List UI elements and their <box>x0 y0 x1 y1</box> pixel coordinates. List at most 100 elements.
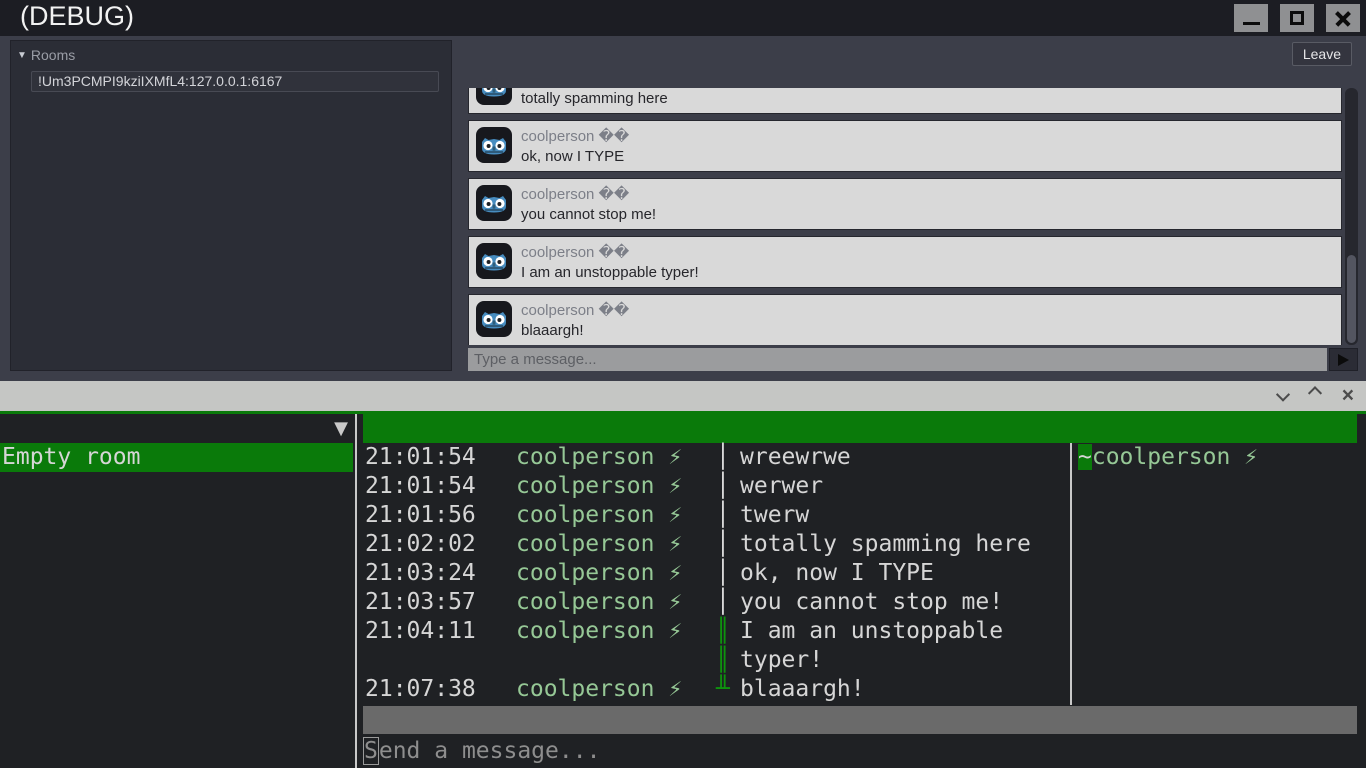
close-button[interactable] <box>1326 4 1360 32</box>
log-username <box>516 646 716 675</box>
user-avatar-icon <box>476 88 512 105</box>
message-text: ok, now I TYPE <box>521 148 625 165</box>
window-title: (DEBUG) <box>20 1 134 31</box>
maximize-button[interactable] <box>1280 4 1314 32</box>
terminal-message-input[interactable]: Send a message... <box>363 736 600 766</box>
log-separator: │ <box>716 502 730 528</box>
user-avatar-icon <box>476 185 512 221</box>
rooms-tree-label: Rooms <box>30 47 76 63</box>
log-timestamp: 21:03:24 <box>365 560 476 586</box>
minimize-icon <box>1242 21 1260 25</box>
log-username: coolperson ⚡ <box>516 502 683 528</box>
terminal-message-log: 21:01:54 coolperson ⚡ │ wreewrwe 21:01:54 coo… <box>363 443 1070 704</box>
log-timestamp <box>363 646 516 675</box>
message-username: coolperson �� <box>521 186 630 203</box>
log-message-text: totally spamming here <box>740 531 1031 557</box>
log-timestamp: 21:01:56 <box>365 502 476 528</box>
log-username: coolperson ⚡ <box>516 560 683 586</box>
log-message-text: twerw <box>740 502 810 528</box>
chat-message: coolperson �� I am an unstoppable typer! <box>468 236 1342 288</box>
log-username: coolperson ⚡ <box>516 676 683 702</box>
message-text: totally spamming here <box>521 90 668 107</box>
user-avatar-icon <box>476 127 512 163</box>
log-message-text: wreewrwe <box>740 444 851 470</box>
gui-chat-window: ▼ Rooms !Um3PCMPI9kziIXMfL4:127.0.0.1:61… <box>0 36 1366 381</box>
message-username: coolperson �� <box>521 302 630 319</box>
window-titlebar: (DEBUG) <box>0 0 1366 36</box>
log-username: coolperson ⚡ <box>516 531 683 557</box>
maximize-icon <box>1290 11 1304 25</box>
log-timestamp: 21:07:38 <box>365 676 476 702</box>
log-separator: │ <box>716 444 730 470</box>
user-avatar-icon <box>476 301 512 337</box>
tree-collapse-icon[interactable]: ▼ <box>17 50 27 61</box>
log-message-text: ok, now I TYPE <box>740 560 934 586</box>
log-message-text: werwer <box>740 473 824 499</box>
log-line: 21:01:56 coolperson ⚡ │ twerw <box>363 501 1070 530</box>
log-line: ║ typer! <box>363 646 1070 675</box>
room-dropdown-icon[interactable]: ▼ <box>334 414 348 443</box>
log-scrollbar-glyph: ╨ <box>716 676 730 702</box>
chat-message-input[interactable]: Type a message... <box>468 348 1327 371</box>
log-line: 21:07:38 coolperson ⚡ ╨ blaaargh! <box>363 675 1070 704</box>
log-timestamp: 21:02:02 <box>365 531 476 557</box>
terminal-close-icon[interactable]: × <box>1342 385 1354 406</box>
log-separator: │ <box>716 473 730 499</box>
chevron-down-icon[interactable] <box>1275 387 1290 402</box>
terminal-room-item[interactable]: Empty room <box>0 443 353 472</box>
room-list-item[interactable]: !Um3PCMPI9kziIXMfL4:127.0.0.1:6167 <box>31 71 439 92</box>
close-icon <box>1334 9 1352 27</box>
log-line: 21:04:11 coolperson ⚡ ║ I am an unstoppable <box>363 617 1070 646</box>
log-separator: │ <box>716 531 730 557</box>
log-message-text: you cannot stop me! <box>740 589 1004 615</box>
room-topic-bar <box>363 414 1357 443</box>
message-username: coolperson �� <box>521 128 630 145</box>
chat-message: coolperson �� ok, now I TYPE <box>468 120 1342 172</box>
log-message-text: I am an unstoppable <box>740 618 1004 644</box>
chat-scrollbar-thumb[interactable] <box>1347 255 1356 343</box>
log-username: coolperson ⚡ <box>516 589 683 615</box>
minimize-button[interactable] <box>1234 4 1268 32</box>
rooms-tree-header: ▼ Rooms <box>17 47 75 63</box>
log-line: 21:01:54 coolperson ⚡ │ werwer <box>363 472 1070 501</box>
terminal-cursor: S <box>363 737 379 765</box>
log-username: coolperson ⚡ <box>516 473 683 499</box>
terminal-status-bar <box>363 706 1357 734</box>
chat-panel: Leave coolperson ��totally spamming here… <box>465 36 1360 381</box>
send-icon <box>1338 353 1349 366</box>
log-separator: │ <box>716 589 730 615</box>
sidebar-divider <box>355 414 357 768</box>
log-line: 21:01:54 coolperson ⚡ │ wreewrwe <box>363 443 1070 472</box>
message-text: blaaargh! <box>521 322 584 339</box>
chat-scrollbar[interactable] <box>1345 88 1358 345</box>
log-message-text: typer! <box>740 647 824 673</box>
log-separator: │ <box>716 560 730 586</box>
chat-message: coolperson �� you cannot stop me! <box>468 178 1342 230</box>
send-button[interactable] <box>1329 348 1358 371</box>
window-controls <box>1234 4 1360 32</box>
rooms-panel: ▼ Rooms !Um3PCMPI9kziIXMfL4:127.0.0.1:61… <box>10 40 452 371</box>
log-username: coolperson ⚡ <box>516 444 683 470</box>
chevron-up-icon[interactable] <box>1307 386 1322 401</box>
terminal-chat: Rooms1 ▼ Empty room 21:01:54 coolperson ⚡… <box>0 414 1366 768</box>
log-timestamp: 21:04:11 <box>365 618 476 644</box>
log-username: coolperson ⚡ <box>516 618 683 644</box>
log-timestamp: 21:01:54 <box>365 473 476 499</box>
chat-message: coolperson ��totally spamming here <box>468 88 1342 114</box>
log-line: 21:03:57 coolperson ⚡ │ you cannot stop me! <box>363 588 1070 617</box>
log-timestamp: 21:03:57 <box>365 589 476 615</box>
log-message-text: blaaargh! <box>740 676 865 702</box>
log-scrollbar-glyph: ║ <box>716 647 730 673</box>
message-username: coolperson �� <box>521 244 630 261</box>
member-name: coolperson ⚡ <box>1091 444 1259 470</box>
user-avatar-icon <box>476 243 512 279</box>
chat-message: coolperson �� blaaargh! <box>468 294 1342 345</box>
chat-message-list: coolperson ��totally spamming herecoolpe… <box>468 88 1342 345</box>
log-line: 21:03:24 coolperson ⚡ │ ok, now I TYPE <box>363 559 1070 588</box>
terminal-rooms-header: Rooms1 ▼ <box>0 414 353 470</box>
terminal-input-placeholder: end a message... <box>378 738 601 764</box>
message-text: you cannot stop me! <box>521 206 657 223</box>
leave-button[interactable]: Leave <box>1291 42 1352 66</box>
log-timestamp: 21:01:54 <box>365 444 476 470</box>
log-line: 21:02:02 coolperson ⚡ │ totally spamming he… <box>363 530 1070 559</box>
